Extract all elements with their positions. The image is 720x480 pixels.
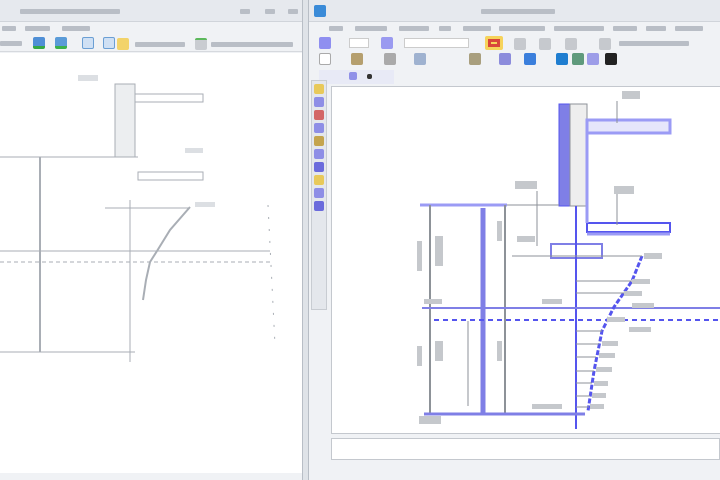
tab-icon[interactable] (349, 72, 357, 80)
snap-icon[interactable] (381, 37, 393, 49)
zoom-icon[interactable] (599, 38, 611, 50)
vertical-toolbar (311, 80, 327, 310)
dimension-icon[interactable] (314, 136, 324, 146)
tool-icon[interactable] (414, 53, 426, 65)
arc-icon[interactable] (314, 123, 324, 133)
menu-item[interactable] (439, 26, 451, 31)
window-icon[interactable] (82, 37, 94, 49)
layer-input[interactable] (404, 38, 469, 48)
right-title-bar (309, 0, 720, 22)
tool-icon[interactable] (572, 53, 584, 65)
folder-icon[interactable] (117, 38, 129, 50)
minimize-button[interactable] (240, 9, 250, 14)
right-drawing-canvas[interactable] (331, 86, 720, 434)
hatch-icon[interactable] (314, 149, 324, 159)
document-tab-strip (319, 70, 394, 84)
close-button[interactable] (288, 9, 298, 14)
menu-item[interactable] (463, 26, 491, 31)
select-icon[interactable] (319, 37, 331, 49)
menu-item[interactable] (613, 26, 637, 31)
grid-icon[interactable] (514, 38, 526, 50)
left-document-window (0, 0, 303, 480)
measure-icon[interactable] (314, 175, 324, 185)
tool-icon[interactable] (351, 53, 363, 65)
checkbox-icon[interactable] (319, 53, 331, 65)
select-icon[interactable] (314, 201, 324, 211)
right-toolbar-1 (309, 35, 720, 51)
menu-item[interactable] (499, 26, 545, 31)
tool-icon[interactable] (195, 38, 207, 50)
right-menu-bar (309, 22, 720, 34)
menu-item[interactable] (355, 26, 387, 31)
style-select[interactable] (349, 38, 369, 48)
left-title-bar (0, 0, 302, 22)
left-drawing-canvas[interactable] (0, 53, 302, 473)
menu-item[interactable] (25, 26, 50, 31)
tool-icon[interactable] (605, 53, 617, 65)
color-icon[interactable] (485, 36, 503, 50)
circle-icon[interactable] (314, 110, 324, 120)
app-logo-icon (314, 5, 326, 17)
point-icon[interactable] (314, 84, 324, 94)
text-icon[interactable] (314, 162, 324, 172)
left-drawing (0, 75, 276, 362)
maximize-button[interactable] (265, 9, 275, 14)
edit-icon[interactable] (314, 188, 324, 198)
left-menu-bar (0, 22, 302, 34)
tool-icon[interactable] (499, 53, 511, 65)
tool-icon[interactable] (469, 53, 481, 65)
tool-icon[interactable] (587, 53, 599, 65)
menu-item[interactable] (399, 26, 429, 31)
right-toolbar-2 (309, 51, 720, 67)
right-app-window (308, 0, 720, 480)
view-icon[interactable] (565, 38, 577, 50)
layout-green-icon[interactable] (55, 37, 67, 49)
menu-item[interactable] (329, 26, 343, 31)
menu-item[interactable] (62, 26, 90, 31)
menu-item[interactable] (646, 26, 666, 31)
menu-item[interactable] (554, 26, 604, 31)
right-drawing (417, 91, 720, 429)
tool-icon[interactable] (384, 53, 396, 65)
line-icon[interactable] (314, 97, 324, 107)
tool-icon[interactable] (524, 53, 536, 65)
left-toolbar (0, 34, 302, 52)
window-icon[interactable] (103, 37, 115, 49)
layout-icon[interactable] (33, 37, 45, 49)
menu-item[interactable] (675, 26, 703, 31)
tool-icon[interactable] (556, 53, 568, 65)
menu-item[interactable] (2, 26, 16, 31)
layer-icon[interactable] (539, 38, 551, 50)
command-panel[interactable] (331, 438, 720, 460)
tab-icon[interactable] (367, 74, 372, 79)
